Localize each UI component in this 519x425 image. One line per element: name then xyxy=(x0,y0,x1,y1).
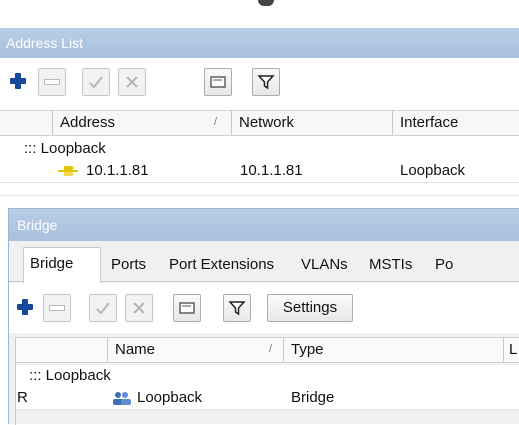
column-l[interactable]: L xyxy=(503,338,519,362)
left-border xyxy=(15,337,16,425)
plus-icon xyxy=(17,299,33,315)
flag-value: R xyxy=(17,389,28,406)
filter-icon xyxy=(228,301,246,316)
remove-button[interactable] xyxy=(43,294,71,322)
row-divider xyxy=(0,182,519,183)
filter-icon xyxy=(257,75,275,90)
comment-icon xyxy=(179,302,195,314)
bridge-name-value: Loopback xyxy=(137,389,203,406)
sort-indicator: / xyxy=(269,343,273,355)
tab-more[interactable]: Po xyxy=(429,249,459,281)
filter-button[interactable] xyxy=(252,68,280,96)
sort-indicator: / xyxy=(214,116,218,128)
interface-value: Loopback xyxy=(400,162,466,179)
table-row[interactable]: 10.1.1.81 10.1.1.81 Loopback xyxy=(0,160,519,182)
bridge-type-value: Bridge xyxy=(291,389,335,406)
row-divider xyxy=(15,409,519,410)
add-button[interactable] xyxy=(4,67,32,95)
comment-icon xyxy=(210,76,226,88)
comment-button[interactable] xyxy=(204,68,232,96)
filter-button[interactable] xyxy=(223,294,251,322)
address-list-toolbar xyxy=(0,60,519,108)
bridge-title: Bridge xyxy=(17,217,58,233)
column-type[interactable]: Type xyxy=(283,338,511,362)
bridge-tab-bar: Bridge Ports Port Extensions VLANs MSTIs… xyxy=(9,247,519,283)
network-value: 10.1.1.81 xyxy=(240,162,303,179)
enable-button[interactable] xyxy=(89,294,117,322)
add-button[interactable] xyxy=(11,293,39,321)
column-name[interactable]: Name xyxy=(107,338,291,362)
disable-button[interactable] xyxy=(125,294,153,322)
enable-button[interactable] xyxy=(82,68,110,96)
cross-icon xyxy=(133,302,145,314)
tab-ports[interactable]: Ports xyxy=(105,249,152,281)
column-network[interactable]: Network xyxy=(231,111,400,135)
address-group-row[interactable]: ::: Loopback xyxy=(0,138,519,160)
minus-icon xyxy=(49,305,65,311)
check-icon xyxy=(96,302,110,315)
bridge-toolbar: Settings xyxy=(9,283,519,333)
disable-button[interactable] xyxy=(118,68,146,96)
tab-bridge[interactable]: Bridge xyxy=(23,247,101,283)
group-label: ::: Loopback xyxy=(29,367,111,384)
remove-button[interactable] xyxy=(38,68,66,96)
bridge-titlebar[interactable]: Bridge xyxy=(9,209,519,241)
tab-port-extensions[interactable]: Port Extensions xyxy=(163,249,280,281)
window-edge-artifact xyxy=(258,0,274,6)
minus-icon xyxy=(44,79,60,85)
comment-button[interactable] xyxy=(173,294,201,322)
bridge-table-header: Name / Type L xyxy=(15,337,519,363)
column-interface[interactable]: Interface xyxy=(392,111,519,135)
bridge-icon xyxy=(113,392,131,405)
table-row[interactable]: R Loopback Bridge xyxy=(15,387,519,409)
address-value: 10.1.1.81 xyxy=(86,162,149,179)
check-icon xyxy=(89,76,103,89)
row-divider xyxy=(0,195,519,196)
address-list-titlebar[interactable]: Address List xyxy=(0,28,519,58)
column-address[interactable]: Address xyxy=(52,111,238,135)
address-list-title: Address List xyxy=(6,35,84,51)
group-label: ::: Loopback xyxy=(24,140,106,157)
cross-icon xyxy=(126,76,138,88)
address-list-header: Address / Network Interface xyxy=(0,110,519,136)
address-icon xyxy=(58,166,78,176)
bridge-window: Bridge Bridge Ports Port Extensions VLAN… xyxy=(8,208,519,425)
plus-icon xyxy=(10,73,26,89)
bridge-group-row[interactable]: ::: Loopback xyxy=(15,365,519,387)
tab-vlans[interactable]: VLANs xyxy=(295,249,354,281)
settings-button[interactable]: Settings xyxy=(267,294,353,322)
tab-mstis[interactable]: MSTIs xyxy=(363,249,418,281)
